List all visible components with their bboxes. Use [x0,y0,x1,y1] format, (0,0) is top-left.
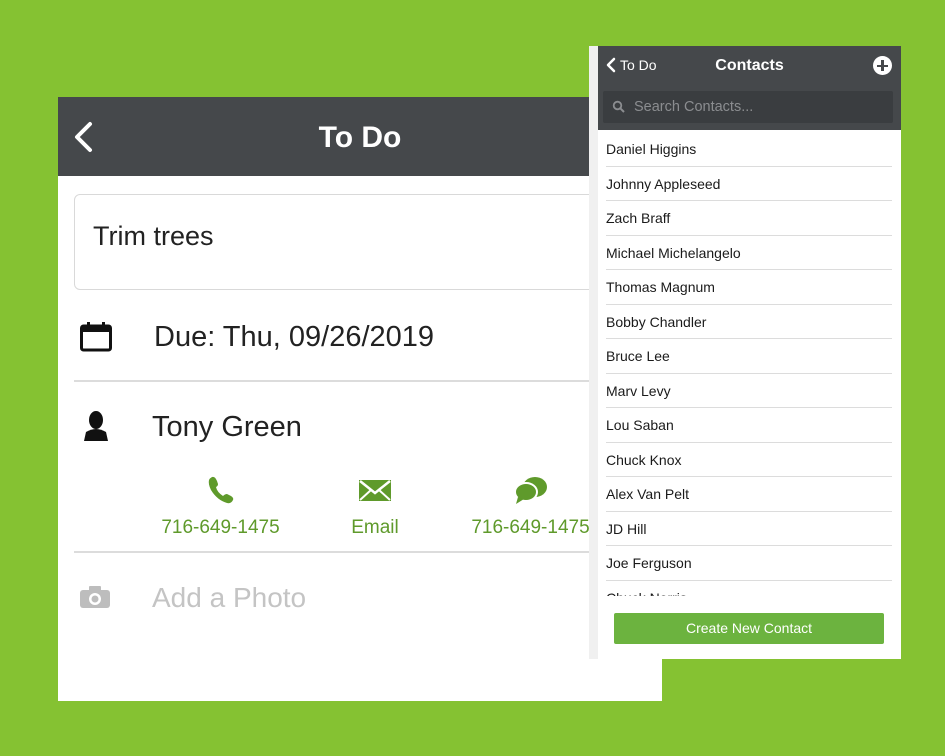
add-contact-icon[interactable] [873,56,892,75]
list-item[interactable]: Chuck Norris [606,581,892,597]
contact-name[interactable]: Tony Green [152,411,302,444]
contacts-title: Contacts [715,57,784,74]
list-item[interactable]: Joe Ferguson [606,546,892,581]
task-text: Trim trees [93,221,214,251]
divider [74,380,662,382]
person-icon [82,411,110,446]
list-item[interactable]: Lou Saban [606,408,892,443]
list-item[interactable]: Bobby Chandler [606,305,892,339]
list-item[interactable]: Johnny Appleseed [606,167,892,201]
list-item[interactable]: Thomas Magnum [606,270,892,305]
email-action[interactable]: Email [330,475,420,539]
call-action[interactable]: 716-649-1475 [148,475,293,539]
todo-screen: To Do Trim trees Due: Thu, 09/26/2019 To… [58,97,662,701]
todo-header: To Do [58,97,662,176]
text-action[interactable]: 716-649-1475 [458,475,603,539]
task-field[interactable]: Trim trees [74,194,634,290]
list-item[interactable]: JD Hill [606,512,892,546]
contacts-list[interactable]: Daniel Higgins Johnny Appleseed Zach Bra… [606,132,892,596]
list-item[interactable]: Marv Levy [606,374,892,408]
camera-icon [80,586,110,613]
create-contact-button[interactable]: Create New Contact [614,613,884,644]
chat-icon [513,477,547,504]
email-icon [359,480,391,501]
list-item[interactable]: Daniel Higgins [606,132,892,167]
phone-icon [208,476,233,504]
search-input[interactable]: Search Contacts... [634,99,753,115]
add-photo-button[interactable]: Add a Photo [152,582,306,614]
list-item[interactable]: Chuck Knox [606,443,892,477]
text-label: 716-649-1475 [471,517,590,538]
calendar-icon [80,322,112,357]
search-icon [612,100,625,113]
call-label: 716-649-1475 [161,517,280,538]
search-field[interactable]: Search Contacts... [603,91,893,123]
page-title: To Do [318,121,402,154]
contacts-header: To Do Contacts Search Contacts... [598,46,901,130]
list-item[interactable]: Michael Michelangelo [606,236,892,270]
list-item[interactable]: Bruce Lee [606,339,892,374]
email-label: Email [351,517,399,538]
contacts-screen: To Do Contacts Search Contacts... Daniel… [589,46,901,659]
due-date[interactable]: Due: Thu, 09/26/2019 [154,321,434,354]
list-item[interactable]: Alex Van Pelt [606,477,892,512]
list-item[interactable]: Zach Braff [606,201,892,236]
divider [74,551,662,553]
